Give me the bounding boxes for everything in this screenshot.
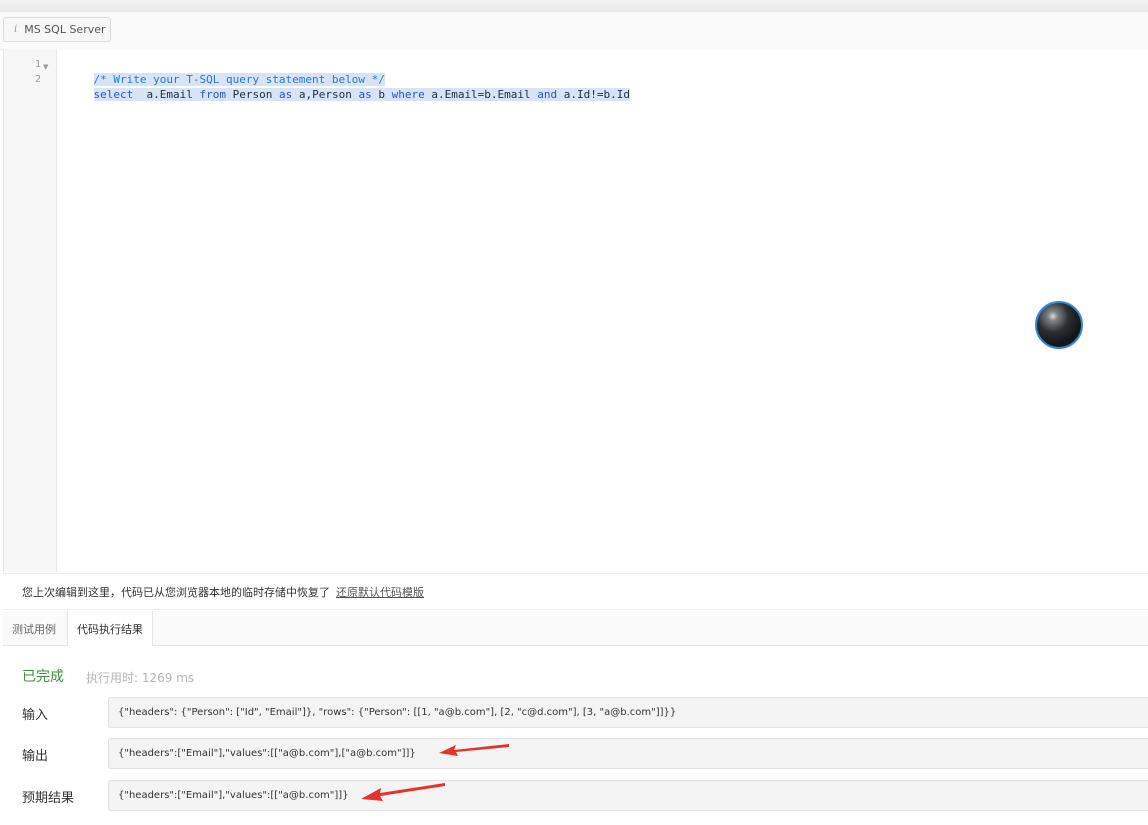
tab-run-result-label: 代码执行结果 [77,622,143,636]
language-label: MS SQL Server [24,23,106,36]
result-tabs: 测试用例 代码执行结果 [3,611,1148,646]
expected-label: 预期结果 [22,791,75,806]
line-number: 2 [34,74,41,85]
sql-identifier: Person [225,88,279,101]
sql-keyword: from [199,88,226,101]
sql-keyword: as [278,88,293,101]
code-query-line: select a.Email from Person as a,Person a… [67,72,631,117]
output-label: 输出 [22,749,49,764]
language-select-button[interactable]: i MS SQL Server [3,17,111,42]
sql-identifier: a,Person [292,88,359,101]
sql-identifier: a.Email=b.Email [424,88,538,101]
elapsed-time: 执行用时: 1269 ms [86,671,195,685]
line-number-gutter: 1 ▼ 2 [4,49,57,572]
restore-message: 您上次编辑到这里，代码已从您浏览器本地的临时存储中恢复了 [22,585,330,599]
annotation-arrow-icon [361,783,445,801]
output-value-box: {"headers":["Email"],"values":[["a@b.com… [108,738,1148,769]
annotation-arrow-icon [439,744,509,756]
sql-identifier: b [371,88,392,101]
fold-arrow-icon[interactable]: ▼ [43,63,48,71]
tab-test-case[interactable]: 测试用例 [3,611,65,646]
restore-default-template-link[interactable]: 还原默认代码模版 [336,584,424,600]
sql-keyword: select [93,88,134,101]
sql-keyword: where [391,88,425,101]
restore-notice: 您上次编辑到这里，代码已从您浏览器本地的临时存储中恢复了 还原默认代码模版 [3,573,1148,610]
tab-run-result[interactable]: 代码执行结果 [67,611,153,646]
input-value-box: {"headers": {"Person": ["Id", "Email"]},… [108,697,1148,728]
sql-identifier: a.Email [133,88,200,101]
language-toolbar: i MS SQL Server [0,12,1148,50]
code-query: select a.Email from Person as a,Person a… [93,88,631,101]
status-text: 已完成 [22,669,64,685]
code-editor[interactable]: 1 ▼ 2 /* Write your T-SQL query statemen… [3,49,1148,572]
expected-value-box: {"headers":["Email"],"values":[["a@b.com… [108,780,1148,811]
sql-identifier: a.Id!=b.Id [557,88,631,101]
sql-keyword: and [537,88,558,101]
line-number: 1 [34,59,41,70]
tab-test-case-label: 测试用例 [12,622,56,636]
floating-assistant-ball[interactable] [1035,301,1083,349]
sql-keyword: as [358,88,372,101]
input-label: 输入 [22,708,49,723]
info-icon: i [14,24,18,35]
